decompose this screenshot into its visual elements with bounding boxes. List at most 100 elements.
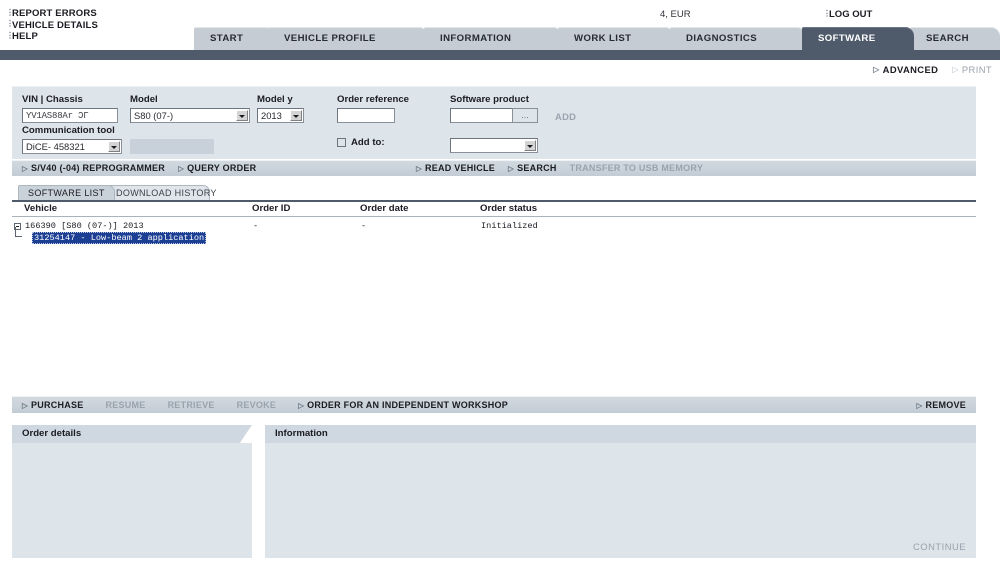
currency-indicator: 4, EUR: [660, 9, 691, 20]
information-title: Information: [275, 428, 328, 439]
tab-information[interactable]: INFORMATION: [424, 27, 562, 50]
add-to-checkbox[interactable]: [337, 138, 346, 147]
main-tab-strip: START VEHICLE PROFILE INFORMATION WORK L…: [0, 27, 1000, 50]
revoke-label: REVOKE: [236, 400, 277, 410]
bullet-icon: ⋮: [6, 7, 15, 17]
list-tab-label: SOFTWARE LIST: [28, 188, 105, 198]
action-bar-right-group: ▷ READ VEHICLE ▷ SEARCH TRANSFER TO USB …: [416, 163, 703, 173]
reprogrammer-button[interactable]: ▷ S/V40 (-04) REPROGRAMMER: [22, 163, 165, 173]
model-select[interactable]: S80 (07-): [130, 108, 250, 123]
cell-vehicle: 166390 [S80 (07-)] 2013: [25, 221, 144, 231]
top-menu-item-report-errors[interactable]: ⋮ REPORT ERRORS: [6, 8, 98, 20]
tab-vehicle-profile[interactable]: VEHICLE PROFILE: [268, 27, 428, 50]
advanced-button[interactable]: ▷ ADVANCED: [873, 64, 938, 75]
read-vehicle-label: READ VEHICLE: [425, 163, 496, 173]
tab-start[interactable]: START: [194, 27, 274, 50]
column-header-vehicle: Vehicle: [24, 203, 58, 214]
continue-label: CONTINUE: [913, 541, 966, 552]
cell-order-status: Initialized: [481, 221, 538, 231]
communication-tool-value: DiCE- 458321: [26, 141, 85, 152]
add-button[interactable]: ADD: [555, 111, 576, 122]
software-product-input[interactable]: [450, 108, 513, 123]
list-tab-download-history[interactable]: DOWNLOAD HISTORY: [106, 185, 216, 200]
tab-diagnostics[interactable]: DIAGNOSTICS: [670, 27, 806, 50]
tab-label: START: [210, 33, 244, 44]
tab-work-list[interactable]: WORK LIST: [558, 27, 674, 50]
logout-button[interactable]: ⋮ LOG OUT: [823, 9, 872, 20]
column-header-order-id: Order ID: [252, 203, 291, 214]
add-label: ADD: [555, 111, 577, 122]
action-bar-left-group: ▷ S/V40 (-04) REPROGRAMMER ▷ QUERY ORDER: [22, 163, 256, 173]
add-to-checkbox-row[interactable]: Add to:: [337, 137, 385, 148]
chevron-down-icon[interactable]: [108, 141, 120, 152]
transfer-to-usb-button: TRANSFER TO USB MEMORY: [570, 163, 704, 173]
communication-tool-status-field: [130, 139, 214, 154]
chevron-right-icon: ▷: [298, 400, 305, 410]
tab-software[interactable]: SOFTWARE: [802, 27, 914, 50]
remove-button[interactable]: ▷ REMOVE: [916, 400, 966, 410]
software-action-bar: ▷ S/V40 (-04) REPROGRAMMER ▷ QUERY ORDER…: [12, 160, 976, 176]
communication-tool-select[interactable]: DiCE- 458321: [22, 139, 122, 154]
top-menu-label: REPORT ERRORS: [12, 8, 97, 19]
tab-label: WORK LIST: [574, 33, 632, 44]
order-independent-workshop-label: ORDER FOR AN INDEPENDENT WORKSHOP: [307, 400, 509, 410]
read-vehicle-button[interactable]: ▷ READ VEHICLE: [416, 163, 495, 173]
search-button[interactable]: ▷ SEARCH: [508, 163, 557, 173]
order-details-panel: Order details: [12, 425, 252, 558]
revoke-button: REVOKE: [237, 400, 277, 410]
query-order-button[interactable]: ▷ QUERY ORDER: [178, 163, 256, 173]
chevron-down-icon[interactable]: [290, 110, 302, 121]
order-reference-label: Order reference: [337, 94, 409, 105]
order-reference-input[interactable]: [337, 108, 395, 123]
purchase-button[interactable]: ▷ PURCHASE: [22, 400, 84, 410]
chevron-right-icon: ▷: [416, 163, 423, 173]
column-header-order-date: Order date: [360, 203, 409, 214]
chevron-right-icon: ▷: [508, 163, 515, 173]
tab-label: DIAGNOSTICS: [686, 33, 758, 44]
print-button[interactable]: ▷ PRINT: [952, 64, 992, 75]
communication-tool-label: Communication tool: [22, 125, 115, 136]
query-order-label: QUERY ORDER: [187, 163, 257, 173]
vin-input[interactable]: YV1AS88Ar ƆΓ: [22, 108, 118, 123]
tab-search[interactable]: SEARCH: [910, 27, 1000, 50]
ellipsis-icon: ...: [521, 110, 529, 120]
list-tab-strip: SOFTWARE LIST DOWNLOAD HISTORY: [12, 185, 976, 200]
software-page: ▷ ADVANCED ▷ PRINT VIN | Chassis YV1AS88…: [0, 60, 1000, 563]
tab-underline-bar: [0, 50, 1000, 60]
vin-value: YV1AS88Ar ƆΓ: [26, 111, 89, 121]
chevron-right-icon: ▷: [952, 65, 959, 74]
information-body: CONTINUE: [265, 443, 976, 558]
vehicle-search-form: VIN | Chassis YV1AS88Ar ƆΓ Model S80 (07…: [12, 86, 976, 159]
logout-label: LOG OUT: [829, 9, 873, 20]
reprogrammer-label: S/V40 (-04) REPROGRAMMER: [31, 163, 166, 173]
resume-label: RESUME: [105, 400, 146, 410]
list-tab-software-list[interactable]: SOFTWARE LIST: [18, 185, 115, 200]
cell-order-id: -: [253, 221, 259, 231]
retrieve-label: RETRIEVE: [167, 400, 215, 410]
order-independent-workshop-button[interactable]: ▷ ORDER FOR AN INDEPENDENT WORKSHOP: [298, 400, 508, 410]
software-bottom-bar: ▷ PURCHASE RESUME RETRIEVE REVOKE ▷ ORDE…: [12, 396, 976, 413]
tree-elbow-icon: [15, 227, 22, 237]
model-year-value: 2013: [261, 110, 282, 121]
print-label: PRINT: [961, 64, 992, 75]
retrieve-button: RETRIEVE: [168, 400, 215, 410]
bottom-bar-right-group: ▷ REMOVE: [916, 400, 966, 410]
table-row[interactable]: 166390 [S80 (07-)] 2013 - - Initialized: [12, 221, 976, 232]
add-to-select[interactable]: [450, 138, 538, 153]
information-panel: Information CONTINUE: [265, 425, 976, 558]
software-product-browse-button[interactable]: ...: [512, 108, 538, 123]
chevron-down-icon[interactable]: [524, 140, 536, 151]
table-child-row-selected[interactable]: 31254147 - Low-beam 2 application: [32, 232, 207, 244]
column-header-order-status: Order status: [480, 203, 538, 214]
table-header-row: Vehicle Order ID Order date Order status: [12, 202, 976, 217]
model-year-select[interactable]: 2013: [257, 108, 304, 123]
chevron-right-icon: ▷: [873, 65, 880, 74]
advanced-label: ADVANCED: [882, 64, 939, 75]
remove-label: REMOVE: [925, 400, 966, 410]
software-product-label: Software product: [450, 94, 529, 105]
order-details-header: Order details: [12, 425, 252, 443]
model-label: Model: [130, 94, 158, 105]
transfer-to-usb-label: TRANSFER TO USB MEMORY: [569, 163, 704, 173]
chevron-down-icon[interactable]: [236, 110, 248, 121]
chevron-right-icon: ▷: [22, 400, 29, 410]
